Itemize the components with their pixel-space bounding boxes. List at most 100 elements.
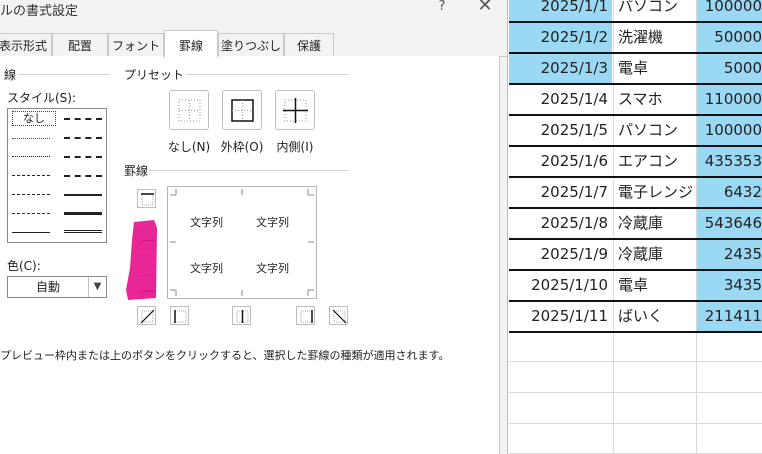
spreadsheet-grid[interactable]: 2025/1/1 パソコン 100000 2025/1/2 洗濯機 50000 2025/1…	[509, 0, 762, 454]
line-style-medium-dashed[interactable]	[64, 175, 102, 177]
pink-highlight-mark	[126, 220, 157, 300]
border-none-icon	[178, 99, 201, 122]
date-cell[interactable]: 2025/1/8	[509, 209, 612, 240]
border-top-icon	[141, 193, 154, 206]
border-inside-vertical-icon	[236, 310, 249, 323]
border-right-icon	[300, 310, 313, 323]
border-group-title: 罫線	[122, 162, 151, 179]
amount-cell[interactable]: 543646	[696, 209, 762, 240]
color-select-value: 自動	[35, 280, 60, 294]
line-style-list[interactable]: なし	[7, 108, 107, 243]
amount-cell[interactable]: 2435	[696, 240, 762, 271]
table-row[interactable]: 2025/1/10 電卓 3435	[509, 271, 762, 302]
item-cell[interactable]: 電卓	[613, 271, 695, 302]
tab-fill[interactable]: 塗りつぶし	[218, 33, 284, 57]
preview-text: 文字列	[256, 262, 289, 275]
date-cell[interactable]: 2025/1/6	[509, 147, 612, 178]
item-cell[interactable]: パソコン	[613, 116, 695, 147]
border-diagonal-up-button[interactable]	[137, 306, 156, 325]
item-cell[interactable]: 電子レンジ	[613, 178, 695, 209]
line-style-dotted[interactable]	[12, 156, 50, 157]
table-row[interactable]: 2025/1/3 電卓 5000	[509, 54, 762, 85]
tab-protection[interactable]: 保護	[284, 33, 334, 57]
amount-cell[interactable]: 110000	[696, 85, 762, 116]
table-row[interactable]: 2025/1/8 冷蔵庫 543646	[509, 209, 762, 240]
line-style-slant-dash-dot[interactable]	[64, 137, 102, 139]
table-row[interactable]: 2025/1/4 スマホ 110000	[509, 85, 762, 116]
tab-border[interactable]: 罫線	[164, 30, 218, 58]
date-cell[interactable]: 2025/1/9	[509, 240, 612, 271]
amount-cell[interactable]: 5000	[696, 54, 762, 85]
table-row[interactable]: 2025/1/6 エアコン 435353	[509, 147, 762, 178]
preset-inside-button[interactable]	[275, 90, 315, 130]
line-style-none[interactable]: なし	[12, 111, 56, 126]
amount-cell[interactable]: 100000	[696, 0, 762, 23]
presets-group-title: プリセット	[122, 66, 187, 83]
item-cell[interactable]: 電卓	[613, 54, 695, 85]
item-cell[interactable]: ばいく	[613, 302, 695, 333]
border-diagonal-down-button[interactable]	[329, 306, 348, 325]
item-cell[interactable]: 洗濯機	[613, 23, 695, 54]
item-cell[interactable]: 冷蔵庫	[613, 209, 695, 240]
amount-cell[interactable]: 6432	[696, 178, 762, 209]
date-cell[interactable]: 2025/1/1	[509, 0, 612, 23]
close-button[interactable]: ✕	[472, 0, 498, 16]
border-top-button[interactable]	[137, 189, 156, 208]
border-outline-icon	[231, 99, 254, 122]
preset-none-button[interactable]	[169, 90, 209, 130]
date-cell[interactable]: 2025/1/4	[509, 85, 612, 116]
preset-outline-button[interactable]	[222, 90, 262, 130]
date-cell[interactable]: 2025/1/10	[509, 271, 612, 302]
border-center-button[interactable]	[232, 306, 251, 325]
line-style-medium-dash-dot[interactable]	[64, 156, 102, 158]
border-group-divider	[150, 170, 349, 171]
line-style-dashed[interactable]	[12, 213, 50, 214]
border-right-button[interactable]	[296, 306, 315, 325]
table-row[interactable]: 2025/1/9 冷蔵庫 2435	[509, 240, 762, 271]
date-cell[interactable]: 2025/1/2	[509, 23, 612, 54]
date-cell[interactable]: 2025/1/3	[509, 54, 612, 85]
help-button[interactable]: ?	[434, 0, 450, 15]
line-style-thin[interactable]	[12, 232, 50, 233]
color-select[interactable]: 自動 ▼	[7, 276, 107, 298]
item-cell[interactable]: スマホ	[613, 85, 695, 116]
item-cell[interactable]: パソコン	[613, 0, 695, 23]
amount-cell[interactable]: 211411	[696, 302, 762, 333]
amount-cell[interactable]: 100000	[696, 116, 762, 147]
line-style-double[interactable]	[64, 230, 102, 233]
item-cell[interactable]: エアコン	[613, 147, 695, 178]
format-cells-dialog: ルの書式設定 ? ✕ 表示形式 配置 フォント 罫線 塗りつぶし 保護 線 スタ…	[0, 0, 508, 454]
border-left-icon	[174, 310, 187, 323]
date-cell[interactable]: 2025/1/7	[509, 178, 612, 209]
item-cell[interactable]: 冷蔵庫	[613, 240, 695, 271]
line-style-hair[interactable]	[12, 138, 50, 139]
line-style-medium[interactable]	[64, 194, 102, 196]
line-style-thick[interactable]	[64, 212, 102, 215]
line-style-dash-dot-dot[interactable]	[12, 175, 50, 176]
date-cell[interactable]: 2025/1/11	[509, 302, 612, 333]
tab-font[interactable]: フォント	[108, 33, 164, 57]
preset-inside-label: 内側(I)	[276, 140, 314, 154]
table-row[interactable]: 2025/1/11 ばいく 211411	[509, 302, 762, 333]
chevron-down-icon[interactable]: ▼	[88, 277, 106, 297]
table-row[interactable]: 2025/1/2 洗濯機 50000	[509, 23, 762, 54]
preview-text: 文字列	[256, 216, 289, 229]
border-left-button[interactable]	[170, 306, 189, 325]
grid-line	[509, 361, 762, 362]
amount-cell[interactable]: 3435	[696, 271, 762, 302]
tab-alignment[interactable]: 配置	[52, 33, 108, 57]
amount-cell[interactable]: 50000	[696, 23, 762, 54]
border-preview[interactable]: 文字列 文字列 文字列 文字列	[167, 186, 317, 299]
amount-cell[interactable]: 435353	[696, 147, 762, 178]
line-style-medium-dash-dot-dot[interactable]	[64, 118, 102, 120]
line-style-dash-dot[interactable]	[12, 194, 50, 195]
line-group-title: 線	[2, 66, 19, 83]
tab-number-format[interactable]: 表示形式	[0, 33, 52, 57]
table-row[interactable]: 2025/1/7 電子レンジ 6432	[509, 178, 762, 209]
table-row[interactable]: 2025/1/5 パソコン 100000	[509, 116, 762, 147]
date-cell[interactable]: 2025/1/5	[509, 116, 612, 147]
preview-corner-marks	[170, 189, 314, 296]
color-label: 色(C):	[7, 259, 41, 273]
table-row[interactable]: 2025/1/1 パソコン 100000	[509, 0, 762, 23]
tab-bar: 表示形式 配置 フォント 罫線 塗りつぶし 保護	[0, 30, 507, 58]
